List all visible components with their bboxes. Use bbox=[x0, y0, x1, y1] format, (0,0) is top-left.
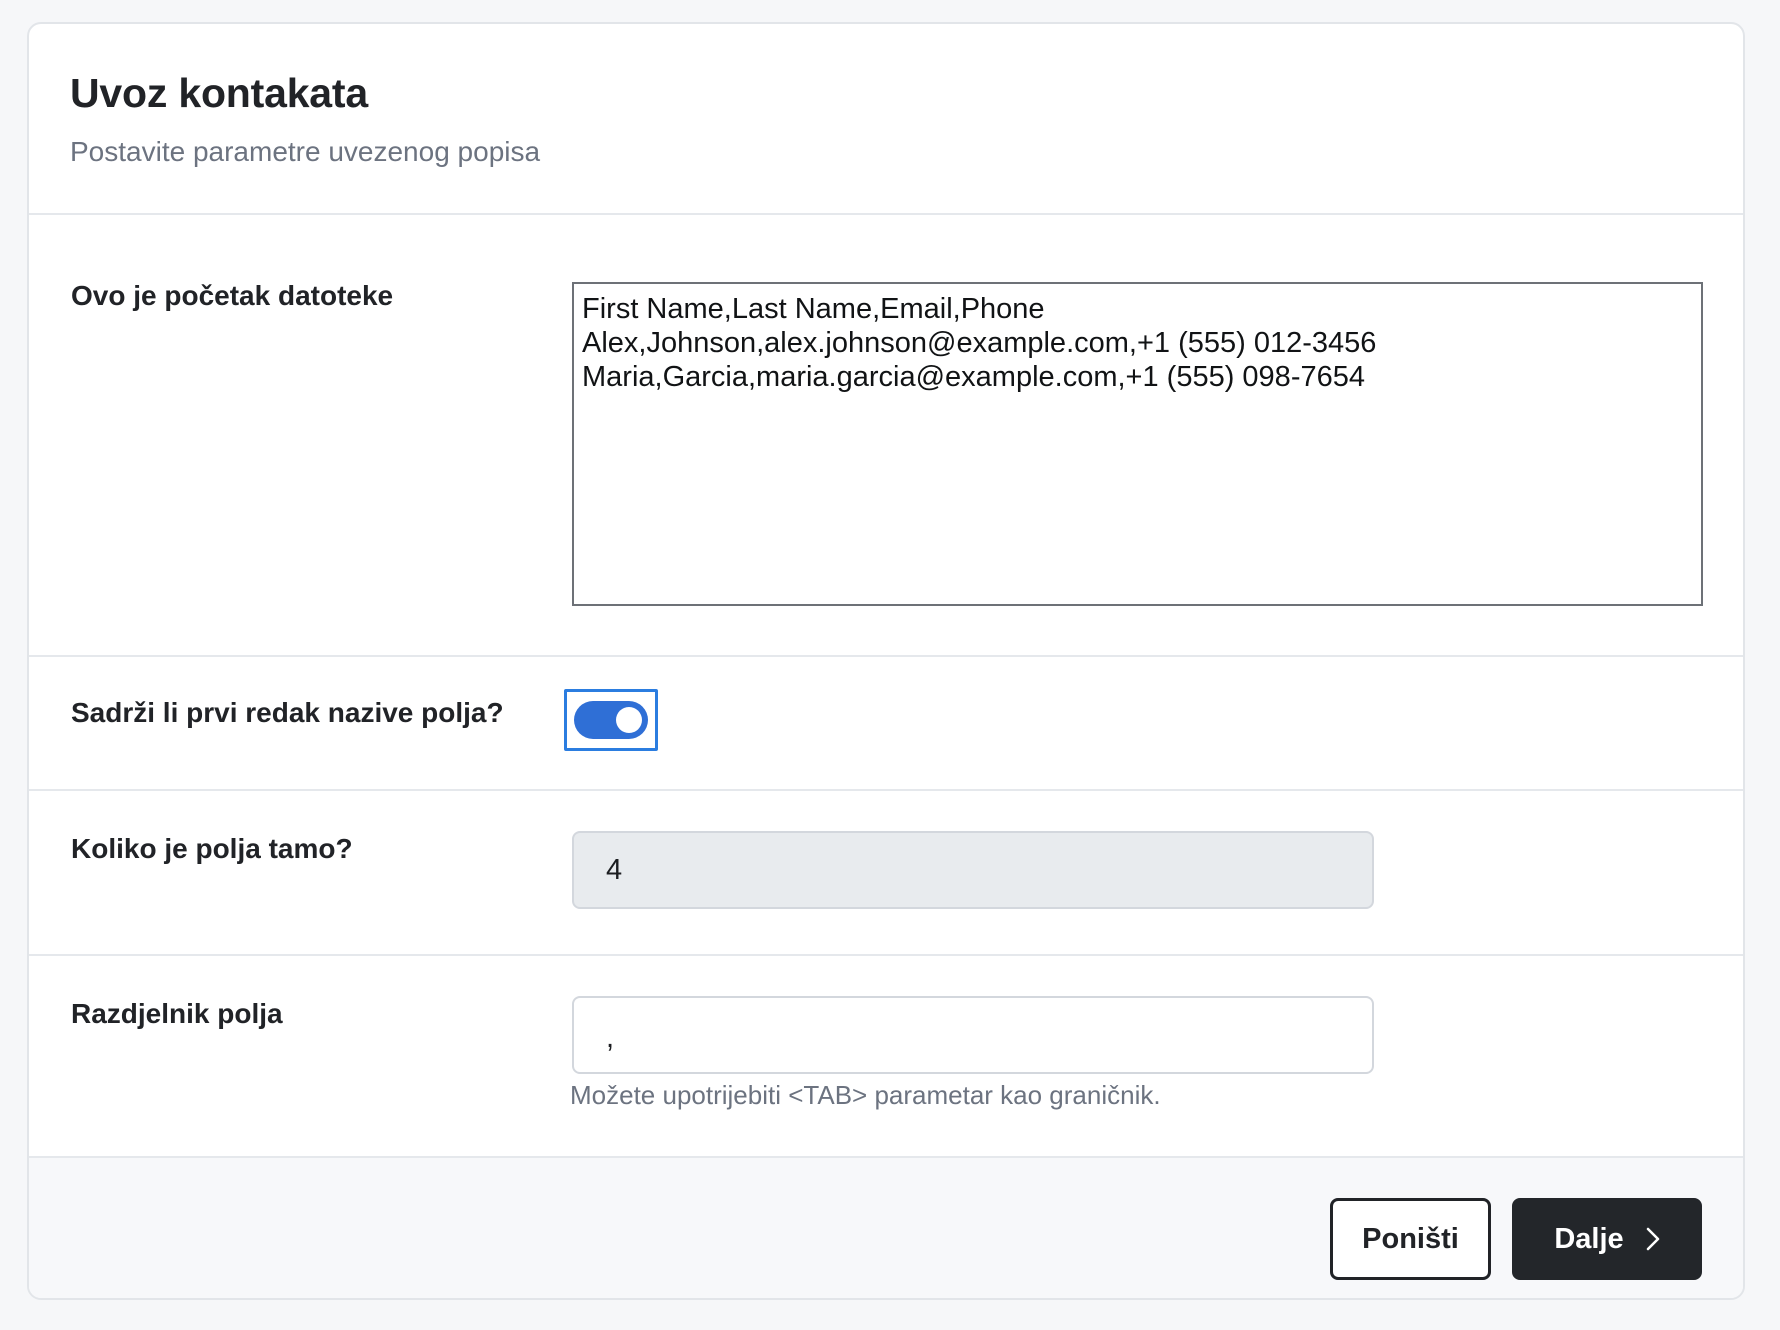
page-title: Uvoz kontakata bbox=[70, 70, 368, 116]
file-preview-textarea[interactable]: First Name,Last Name,Email,Phone Alex,Jo… bbox=[572, 282, 1703, 606]
card-footer: Poništi Dalje bbox=[29, 1158, 1743, 1298]
file-preview-label: Ovo je početak datoteke bbox=[71, 280, 394, 311]
toggle-track bbox=[574, 701, 648, 739]
header-row-setting: Sadrži li prvi redak nazive polja? bbox=[29, 657, 1743, 791]
next-button-label: Dalje bbox=[1554, 1222, 1624, 1255]
field-separator-row: Razdjelnik polja , Možete upotrijebiti <… bbox=[29, 956, 1743, 1158]
cancel-button[interactable]: Poništi bbox=[1330, 1198, 1491, 1280]
next-button[interactable]: Dalje bbox=[1512, 1198, 1702, 1280]
import-contacts-card: Uvoz kontakata Postavite parametre uveze… bbox=[27, 22, 1745, 1300]
field-separator-label: Razdjelnik polja bbox=[71, 998, 283, 1029]
header-row-label: Sadrži li prvi redak nazive polja? bbox=[71, 697, 504, 728]
field-count-row: Koliko je polja tamo? 4 bbox=[29, 791, 1743, 956]
page-subtitle: Postavite parametre uvezenog popisa bbox=[70, 136, 541, 167]
file-preview-row: Ovo je početak datoteke First Name,Last … bbox=[29, 215, 1743, 657]
cancel-button-label: Poništi bbox=[1362, 1222, 1459, 1255]
field-count-label: Koliko je polja tamo? bbox=[71, 833, 353, 864]
field-separator-input[interactable]: , bbox=[572, 996, 1374, 1074]
header-row-toggle[interactable] bbox=[564, 689, 658, 751]
field-separator-hint: Možete upotrijebiti <TAB> parametar kao … bbox=[570, 1080, 1161, 1110]
card-header: Uvoz kontakata Postavite parametre uveze… bbox=[29, 24, 1743, 215]
field-count-input[interactable]: 4 bbox=[572, 831, 1374, 909]
toggle-knob bbox=[616, 707, 642, 733]
chevron-right-icon bbox=[1646, 1227, 1659, 1251]
